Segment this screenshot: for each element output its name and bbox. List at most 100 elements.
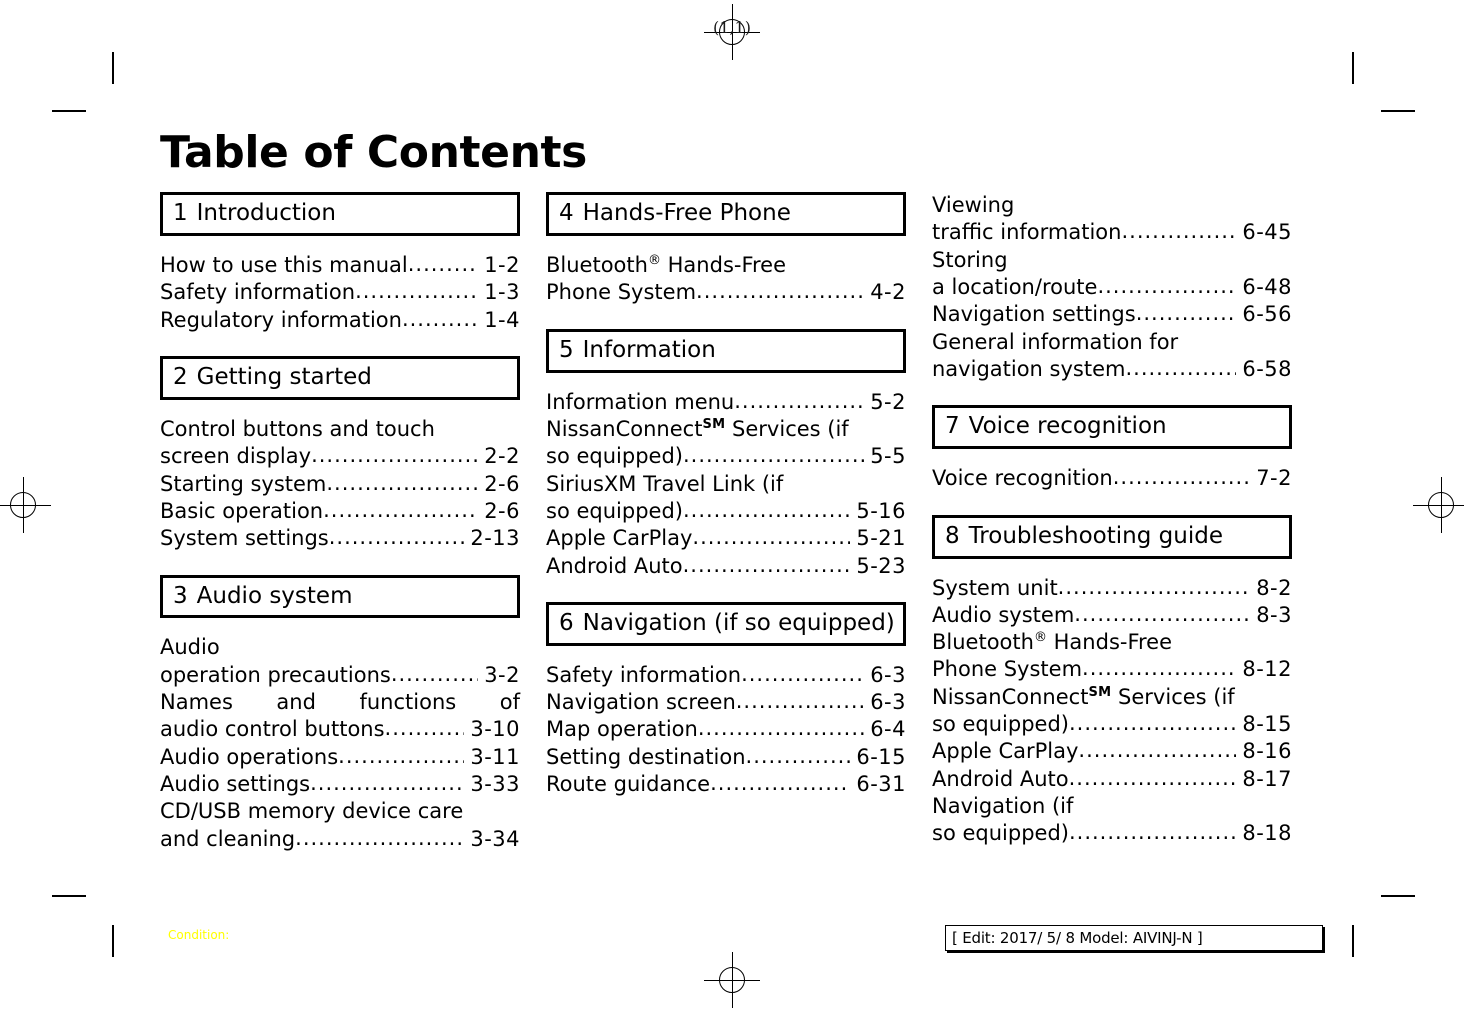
toc-entry[interactable]: Starting system.........................… <box>160 471 520 498</box>
page-title: Table of Contents <box>160 127 587 178</box>
toc-entry[interactable]: System unit.............................… <box>932 575 1292 602</box>
toc-leader-dots: ........................................… <box>1121 219 1237 244</box>
toc-entry[interactable]: Storing a location/route.................… <box>932 247 1292 302</box>
section-number: 8 <box>945 522 960 549</box>
toc-entry[interactable]: System settings.........................… <box>160 525 520 552</box>
toc-entry[interactable]: Regulatory information..................… <box>160 307 520 334</box>
toc-leader-dots: ........................................… <box>735 689 864 714</box>
toc-page-number: 8-3 <box>1256 602 1292 627</box>
section-header-label: 6 Navigation (if so equipped) <box>559 609 903 638</box>
toc-entry[interactable]: Basic operation.........................… <box>160 498 520 525</box>
toc-leader-dots: ........................................… <box>401 306 479 331</box>
toc-entry[interactable]: SiriusXM Travel Link (if so equipped)....… <box>546 471 906 526</box>
toc-entry-row: traffic information.....................… <box>932 219 1292 246</box>
section-title: Troubleshooting guide <box>968 522 1223 549</box>
toc-entry-label-line1: General information for <box>932 329 1179 354</box>
toc-entry-row: Audio system............................… <box>932 602 1292 629</box>
toc-leader-dots: ........................................… <box>745 743 851 768</box>
section-header-6[interactable]: 6 Navigation (if so equipped) <box>546 601 906 646</box>
toc-entry[interactable]: CD/USB memory device care and cleaning...… <box>160 798 520 853</box>
toc-entry-label-line1: Control buttons and touch <box>160 417 435 442</box>
toc-entry[interactable]: Audio settings..........................… <box>160 771 520 798</box>
section-entries: How to use this manual..................… <box>160 252 520 334</box>
toc-page-number: 8-12 <box>1242 657 1292 682</box>
section-number: 7 <box>945 413 960 440</box>
toc-entry[interactable]: Audiooperation precautions..............… <box>160 634 520 689</box>
section-title: Information <box>582 336 716 363</box>
crop-mark-bottom-left-vertical <box>112 925 114 957</box>
section-number: 3 <box>173 582 188 609</box>
toc-entry[interactable]: Viewing traffic information..............… <box>932 192 1292 247</box>
section-number: 2 <box>173 364 188 391</box>
toc-entry[interactable]: Bluetooth® Hands-Free Phone System.......… <box>932 629 1292 684</box>
toc-entry[interactable]: NissanConnectSM Services (if so equipped)… <box>546 416 906 471</box>
section-entries: System unit.............................… <box>932 575 1292 848</box>
toc-entry[interactable]: Navigation screen.......................… <box>546 689 906 716</box>
section-number: 5 <box>559 336 574 363</box>
section-header-5[interactable]: 5 Information <box>546 328 906 373</box>
toc-page-number: 1-2 <box>484 253 520 278</box>
toc-page-number: 5-23 <box>856 553 906 578</box>
toc-entry-label-line1: NissanConnectSM Services (if <box>546 417 849 442</box>
section-header-4[interactable]: 4 Hands-Free Phone <box>546 192 906 237</box>
toc-entry-label-line1: NissanConnectSM Services (if <box>932 684 1235 709</box>
toc-entry-label: Map operation <box>546 717 698 742</box>
toc-columns: 1 Introduction How to use this manual.....… <box>160 192 1320 875</box>
toc-entry-label: Navigation settings <box>932 302 1136 327</box>
toc-entry-row: so equipped)............................… <box>546 498 906 525</box>
section-header-label: 7 Voice recognition <box>945 412 1289 441</box>
toc-entry[interactable]: Names and functions of audio control butt… <box>160 689 520 744</box>
toc-entry-row: Navigation settings.....................… <box>932 301 1292 328</box>
toc-entry-label: Navigation screen <box>546 690 736 715</box>
toc-entry[interactable]: Navigation settings.....................… <box>932 301 1292 328</box>
condition-label: Condition: <box>168 928 230 942</box>
toc-entry-row: a location/route........................… <box>932 274 1292 301</box>
toc-entry-label: Phone System <box>932 657 1083 682</box>
toc-entry[interactable]: Apple CarPlay...........................… <box>546 525 906 552</box>
toc-entry[interactable]: Safety information......................… <box>160 279 520 306</box>
toc-entry[interactable]: Route guidance..........................… <box>546 771 906 798</box>
toc-entry[interactable]: Apple CarPlay...........................… <box>932 738 1292 765</box>
toc-page-number: 5-16 <box>856 498 906 523</box>
crop-mark-top-left-horizontal <box>52 110 86 112</box>
toc-entry[interactable]: Audio operations........................… <box>160 744 520 771</box>
toc-entry[interactable]: How to use this manual..................… <box>160 252 520 279</box>
toc-entry[interactable]: NissanConnectSM Services (if so equipped)… <box>932 684 1292 739</box>
toc-entry-label: Setting destination <box>546 744 746 769</box>
toc-leader-dots: ........................................… <box>682 552 851 577</box>
toc-page-number: 6-48 <box>1242 275 1292 300</box>
toc-entry[interactable]: Control buttons and touch screen display.… <box>160 416 520 471</box>
toc-entry[interactable]: Safety information......................… <box>546 662 906 689</box>
toc-entry-row: Navigation screen.......................… <box>546 689 906 716</box>
section-header-1[interactable]: 1 Introduction <box>160 192 520 237</box>
toc-entry[interactable]: Voice recognition.......................… <box>932 465 1292 492</box>
toc-entry-label: Android Auto <box>932 766 1069 791</box>
toc-entry-label-line1: Bluetooth® Hands-Free <box>546 253 787 278</box>
toc-leader-dots: ........................................… <box>710 770 850 795</box>
toc-entry[interactable]: Android Auto............................… <box>932 766 1292 793</box>
toc-entry-row: Basic operation.........................… <box>160 498 520 525</box>
toc-entry[interactable]: General information for navigation system… <box>932 329 1292 384</box>
toc-leader-dots: ........................................… <box>338 743 464 768</box>
toc-leader-dots: ........................................… <box>1068 710 1237 735</box>
section-header-2[interactable]: 2 Getting started <box>160 356 520 401</box>
toc-entry[interactable]: Audio system............................… <box>932 602 1292 629</box>
toc-page-number: 3-2 <box>484 662 520 687</box>
section-header-8[interactable]: 8 Troubleshooting guide <box>932 514 1292 559</box>
toc-entry-label: System settings <box>160 526 329 551</box>
toc-entry[interactable]: Setting destination.....................… <box>546 744 906 771</box>
crop-mark-top-right-vertical <box>1352 52 1354 84</box>
section-header-3[interactable]: 3 Audio system <box>160 574 520 619</box>
toc-entry[interactable]: Map operation...........................… <box>546 716 906 743</box>
toc-entry-row: Map operation...........................… <box>546 716 906 743</box>
toc-entry-label: Audio system <box>932 602 1075 627</box>
section-header-7[interactable]: 7 Voice recognition <box>932 405 1292 450</box>
toc-entry-label-line1: Storing <box>932 247 1008 272</box>
toc-entry[interactable]: Information menu........................… <box>546 389 906 416</box>
page-position-marker: (1,1) <box>713 18 751 37</box>
toc-entry[interactable]: Bluetooth® Hands-Free Phone System.......… <box>546 252 906 307</box>
toc-entry[interactable]: Navigation (if so equipped)..............… <box>932 793 1292 848</box>
toc-entry-row: so equipped)............................… <box>546 443 906 470</box>
toc-leader-dots: ........................................… <box>1135 301 1237 326</box>
toc-entry[interactable]: Android Auto............................… <box>546 553 906 580</box>
